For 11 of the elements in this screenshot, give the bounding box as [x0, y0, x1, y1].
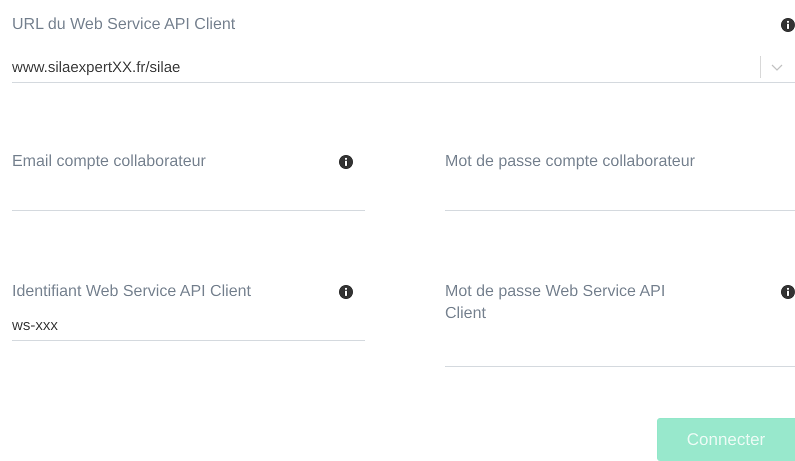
field-label: URL du Web Service API Client	[12, 15, 236, 35]
info-icon[interactable]	[781, 285, 795, 299]
info-icon[interactable]	[339, 285, 353, 299]
info-icon[interactable]	[339, 155, 353, 169]
field-label: Email compte collaborateur	[12, 152, 206, 172]
field-label: Mot de passe Web Service API Client	[445, 282, 666, 324]
field-label: Identifiant Web Service API Client	[12, 282, 251, 302]
field-label: Mot de passe compte collaborateur	[445, 152, 695, 172]
info-icon[interactable]	[781, 18, 795, 32]
url-input[interactable]: www.silaexpertXX.fr/silae	[12, 58, 750, 76]
input-field[interactable]: ws-xxx	[12, 311, 365, 341]
